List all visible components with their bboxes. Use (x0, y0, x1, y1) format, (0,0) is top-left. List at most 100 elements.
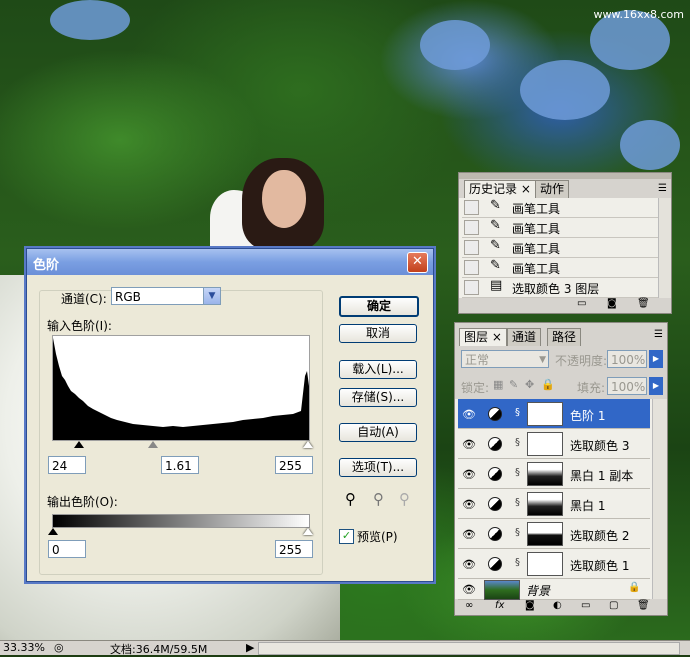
snapshot-checkbox[interactable] (464, 220, 479, 235)
tab-actions[interactable]: 动作 (535, 180, 570, 198)
layer-mask-thumbnail[interactable] (527, 432, 563, 456)
fill-arrow-button[interactable]: ▶ (649, 377, 663, 395)
input-white-field[interactable]: 255 (275, 456, 313, 474)
zoom-level[interactable]: 33.33% (3, 641, 45, 654)
input-levels-label: 输入色阶(I): (47, 319, 112, 333)
channel-label: 通道(C): (61, 292, 107, 306)
trash-icon[interactable]: 🗑 (637, 600, 650, 611)
layer-row[interactable]: 👁 § 选取颜色 3 (458, 429, 650, 459)
layer-row[interactable]: 👁 § 黑白 1 副本 (458, 459, 650, 489)
load-button[interactable]: 载入(L)... (339, 360, 417, 379)
layer-mask-thumbnail[interactable] (527, 492, 563, 516)
lock-position-icon[interactable]: ✥ (525, 378, 534, 391)
close-icon[interactable]: × (492, 330, 502, 344)
lock-pixels-icon[interactable]: ✎ (509, 378, 518, 391)
adjustment-icon[interactable]: ◐ (553, 600, 562, 611)
lock-all-icon[interactable]: 🔒 (541, 378, 555, 391)
black-point-slider[interactable] (74, 441, 84, 448)
sky-patch (620, 120, 680, 170)
brush-icon: ✎ (490, 218, 501, 233)
snapshot-checkbox[interactable] (464, 260, 479, 275)
layers-scrollbar[interactable] (652, 399, 667, 599)
save-button[interactable]: 存储(S)... (339, 388, 417, 407)
eye-icon[interactable]: 👁 (462, 558, 476, 571)
fill-field[interactable]: 100% (607, 377, 647, 395)
preview-checkbox[interactable]: ✓ (339, 529, 354, 544)
gamma-slider[interactable] (148, 441, 158, 448)
add-mask-icon[interactable]: ◙ (525, 600, 535, 611)
new-group-icon[interactable]: ▭ (581, 600, 590, 611)
layer-row[interactable]: 👁 § 选取颜色 2 (458, 519, 650, 549)
layers-footer: ∞ fx ◙ ◐ ▭ ▢ 🗑 (455, 599, 667, 615)
layer-row[interactable]: 👁 § 选取颜色 1 (458, 549, 650, 579)
status-arrow-icon[interactable]: ▶ (246, 641, 254, 654)
blend-mode-select[interactable]: 正常 ▼ (461, 350, 549, 368)
link-icon: § (515, 527, 520, 538)
layer-mask-thumbnail[interactable] (527, 402, 563, 426)
link-layers-icon[interactable]: ∞ (465, 600, 473, 611)
tab-history-label: 历史记录 (469, 182, 518, 196)
layer-row[interactable]: 👁 § 色阶 1 (458, 399, 650, 429)
snapshot-checkbox[interactable] (464, 280, 479, 295)
horizontal-scrollbar[interactable] (258, 642, 680, 655)
input-gamma-field[interactable]: 1.61 (161, 456, 199, 474)
watermark: www.16xx8.com (593, 8, 684, 21)
layer-row[interactable]: 👁 背景 🔒 (458, 579, 650, 600)
close-icon[interactable]: × (521, 182, 531, 196)
tab-channels-label: 通道 (512, 330, 537, 344)
eye-icon[interactable]: 👁 (462, 583, 476, 596)
ok-button[interactable]: 确定 (339, 296, 419, 317)
layer-mask-thumbnail[interactable] (527, 552, 563, 576)
layer-style-icon[interactable]: fx (495, 600, 504, 611)
gray-eyedropper-icon[interactable]: ⚲ (373, 490, 384, 508)
layer-mask-thumbnail[interactable] (527, 462, 563, 486)
input-black-value: 24 (52, 459, 68, 473)
output-black-field[interactable]: 0 (48, 540, 86, 558)
output-white-slider[interactable] (303, 528, 313, 535)
close-button[interactable]: ✕ (407, 252, 428, 273)
chevron-down-icon: ▼ (539, 355, 546, 365)
white-point-slider[interactable] (303, 441, 313, 448)
panel-menu-icon[interactable]: ☰ (654, 329, 663, 340)
history-scrollbar[interactable] (658, 198, 671, 298)
opacity-field[interactable]: 100% (607, 350, 647, 368)
panel-menu-icon[interactable]: ☰ (658, 183, 667, 194)
layer-mask-thumbnail[interactable] (527, 522, 563, 546)
channel-select[interactable]: RGB ▼ (111, 287, 221, 305)
eye-icon[interactable]: 👁 (462, 528, 476, 541)
history-item[interactable]: ✎ 画笔工具 (462, 238, 658, 258)
auto-button[interactable]: 自动(A) (339, 423, 417, 442)
background-thumbnail[interactable] (484, 580, 520, 600)
cancel-button[interactable]: 取消 (339, 324, 417, 343)
output-black-slider[interactable] (48, 528, 58, 535)
black-eyedropper-icon[interactable]: ⚲ (345, 490, 356, 508)
layer-row[interactable]: 👁 § 黑白 1 (458, 489, 650, 519)
tab-paths[interactable]: 路径 (547, 328, 582, 346)
lock-transparency-icon[interactable]: ▦ (493, 378, 503, 391)
input-black-field[interactable]: 24 (48, 456, 86, 474)
output-white-field[interactable]: 255 (275, 540, 313, 558)
history-item[interactable]: ✎ 画笔工具 (462, 198, 658, 218)
snapshot-icon[interactable]: ◙ (607, 298, 617, 309)
options-button[interactable]: 选项(T)... (339, 458, 417, 477)
eye-icon[interactable]: 👁 (462, 438, 476, 451)
dialog-title-bar[interactable]: 色阶 ✕ (27, 249, 433, 275)
history-item[interactable]: ✎ 画笔工具 (462, 218, 658, 238)
white-eyedropper-icon[interactable]: ⚲ (399, 490, 410, 508)
snapshot-checkbox[interactable] (464, 200, 479, 215)
eye-icon[interactable]: 👁 (462, 408, 476, 421)
tab-layers[interactable]: 图层 × (459, 328, 507, 346)
tab-channels[interactable]: 通道 (507, 328, 542, 346)
trash-icon[interactable]: 🗑 (637, 298, 650, 309)
eye-icon[interactable]: 👁 (462, 468, 476, 481)
status-options-icon[interactable]: ◎ (54, 641, 64, 654)
snapshot-checkbox[interactable] (464, 240, 479, 255)
history-item[interactable]: ✎ 画笔工具 (462, 258, 658, 278)
history-item[interactable]: ▤ 选取颜色 3 图层 (462, 278, 658, 298)
panel-grip[interactable] (459, 173, 671, 179)
opacity-arrow-button[interactable]: ▶ (649, 350, 663, 368)
eye-icon[interactable]: 👁 (462, 498, 476, 511)
new-document-icon[interactable]: ▭ (577, 298, 586, 309)
tab-history[interactable]: 历史记录 × (464, 180, 536, 198)
new-layer-icon[interactable]: ▢ (609, 600, 618, 611)
